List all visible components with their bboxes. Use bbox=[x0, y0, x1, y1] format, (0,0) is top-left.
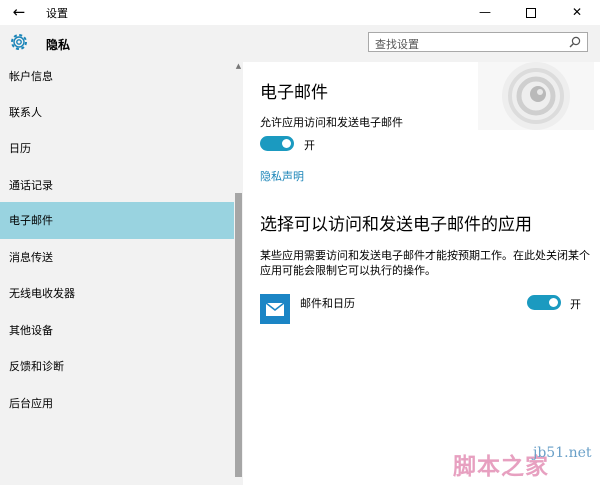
decorative-swirl-image bbox=[478, 62, 594, 130]
sidebar-item-radios[interactable]: 无线电收发器 bbox=[0, 275, 234, 312]
search-input[interactable]: 查找设置 bbox=[368, 32, 588, 52]
title-bar: ← 设置 — ✕ bbox=[0, 0, 600, 25]
scroll-up-icon[interactable]: ▲ bbox=[234, 62, 243, 71]
window-title: 设置 bbox=[46, 7, 68, 20]
back-button[interactable]: ← bbox=[9, 2, 29, 22]
sidebar-item-messaging[interactable]: 消息传送 bbox=[0, 239, 234, 276]
scrollbar-thumb[interactable] bbox=[235, 193, 242, 477]
sidebar-item-background-apps[interactable]: 后台应用 bbox=[0, 385, 234, 422]
search-placeholder: 查找设置 bbox=[375, 38, 419, 51]
sidebar-item-other-devices[interactable]: 其他设备 bbox=[0, 312, 234, 349]
watermark-site: jb51.net bbox=[533, 445, 592, 461]
choose-apps-heading: 选择可以访问和发送电子邮件的应用 bbox=[260, 215, 532, 235]
privacy-statement-link[interactable]: 隐私声明 bbox=[260, 168, 304, 184]
allow-email-label: 允许应用访问和发送电子邮件 bbox=[260, 116, 403, 129]
sidebar-item-feedback-diagnostics[interactable]: 反馈和诊断 bbox=[0, 348, 234, 385]
maximize-button[interactable] bbox=[508, 0, 554, 25]
toggle-knob bbox=[282, 139, 291, 148]
close-button[interactable]: ✕ bbox=[554, 0, 600, 25]
main-content: 电子邮件 允许应用访问和发送电子邮件 开 隐私声明 选择可以访问和发送电子邮件的… bbox=[243, 62, 600, 485]
back-arrow-icon: ← bbox=[12, 3, 26, 21]
sidebar-item-email[interactable]: 电子邮件 bbox=[0, 202, 234, 239]
page-title: 隐私 bbox=[46, 38, 71, 52]
email-heading: 电子邮件 bbox=[260, 83, 328, 103]
minimize-icon: — bbox=[479, 5, 491, 19]
sidebar-item-contacts[interactable]: 联系人 bbox=[0, 94, 234, 131]
toggle-knob bbox=[549, 298, 558, 307]
close-icon: ✕ bbox=[571, 5, 583, 19]
sidebar-item-call-history[interactable]: 通话记录 bbox=[0, 167, 234, 204]
gear-icon bbox=[11, 34, 27, 50]
search-icon[interactable] bbox=[568, 35, 582, 49]
maximize-icon bbox=[526, 7, 536, 18]
minimize-button[interactable]: — bbox=[462, 0, 508, 25]
mail-calendar-toggle-state: 开 bbox=[570, 298, 581, 311]
app-name-mail-calendar: 邮件和日历 bbox=[300, 297, 355, 310]
allow-email-toggle-state: 开 bbox=[304, 139, 315, 152]
allow-email-toggle[interactable] bbox=[260, 136, 294, 151]
sidebar: 帐户信息 联系人 日历 通话记录 电子邮件 消息传送 无线电收发器 其他设备 反… bbox=[0, 62, 243, 485]
mail-calendar-toggle[interactable] bbox=[527, 295, 561, 310]
settings-header: 隐私 查找设置 bbox=[0, 25, 600, 62]
choose-apps-description: 某些应用需要访问和发送电子邮件才能按预期工作。在此处关闭某个应用可能会限制它可以… bbox=[260, 249, 590, 277]
mail-calendar-icon bbox=[260, 294, 290, 324]
sidebar-item-calendar[interactable]: 日历 bbox=[0, 130, 234, 167]
sidebar-item-account-info[interactable]: 帐户信息 bbox=[0, 58, 234, 95]
